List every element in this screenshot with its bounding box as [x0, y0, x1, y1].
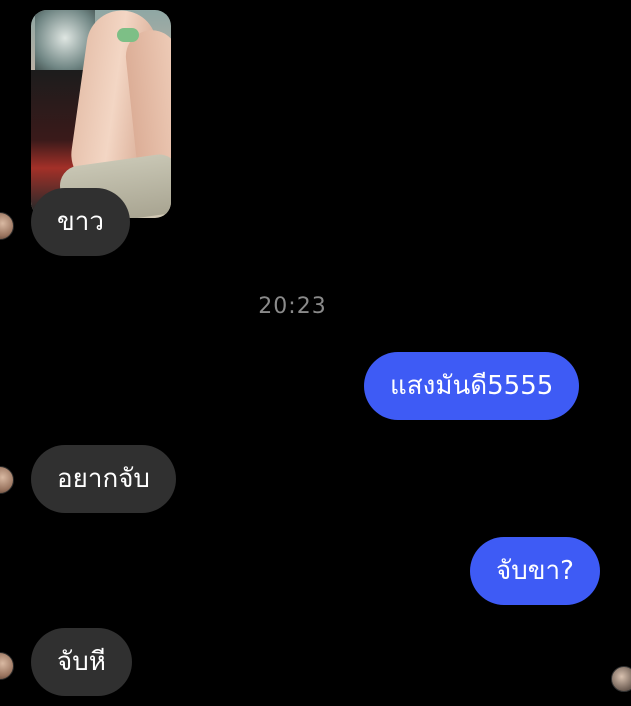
outgoing-message-bubble[interactable]: จับขา?	[470, 537, 600, 605]
contact-avatar[interactable]	[0, 212, 14, 240]
outgoing-message-bubble[interactable]: แสงมันดี5555	[364, 352, 580, 420]
contact-avatar[interactable]	[0, 466, 14, 494]
shared-photo[interactable]	[31, 10, 171, 218]
incoming-message-bubble[interactable]: จับหี	[31, 628, 132, 696]
message-timestamp: 20:23	[258, 294, 327, 319]
read-receipt-avatar	[611, 666, 631, 692]
incoming-message-bubble[interactable]: อยากจับ	[31, 445, 176, 513]
photo-region	[117, 28, 139, 42]
contact-avatar[interactable]	[0, 652, 14, 680]
incoming-message-bubble[interactable]: ขาว	[31, 188, 130, 256]
